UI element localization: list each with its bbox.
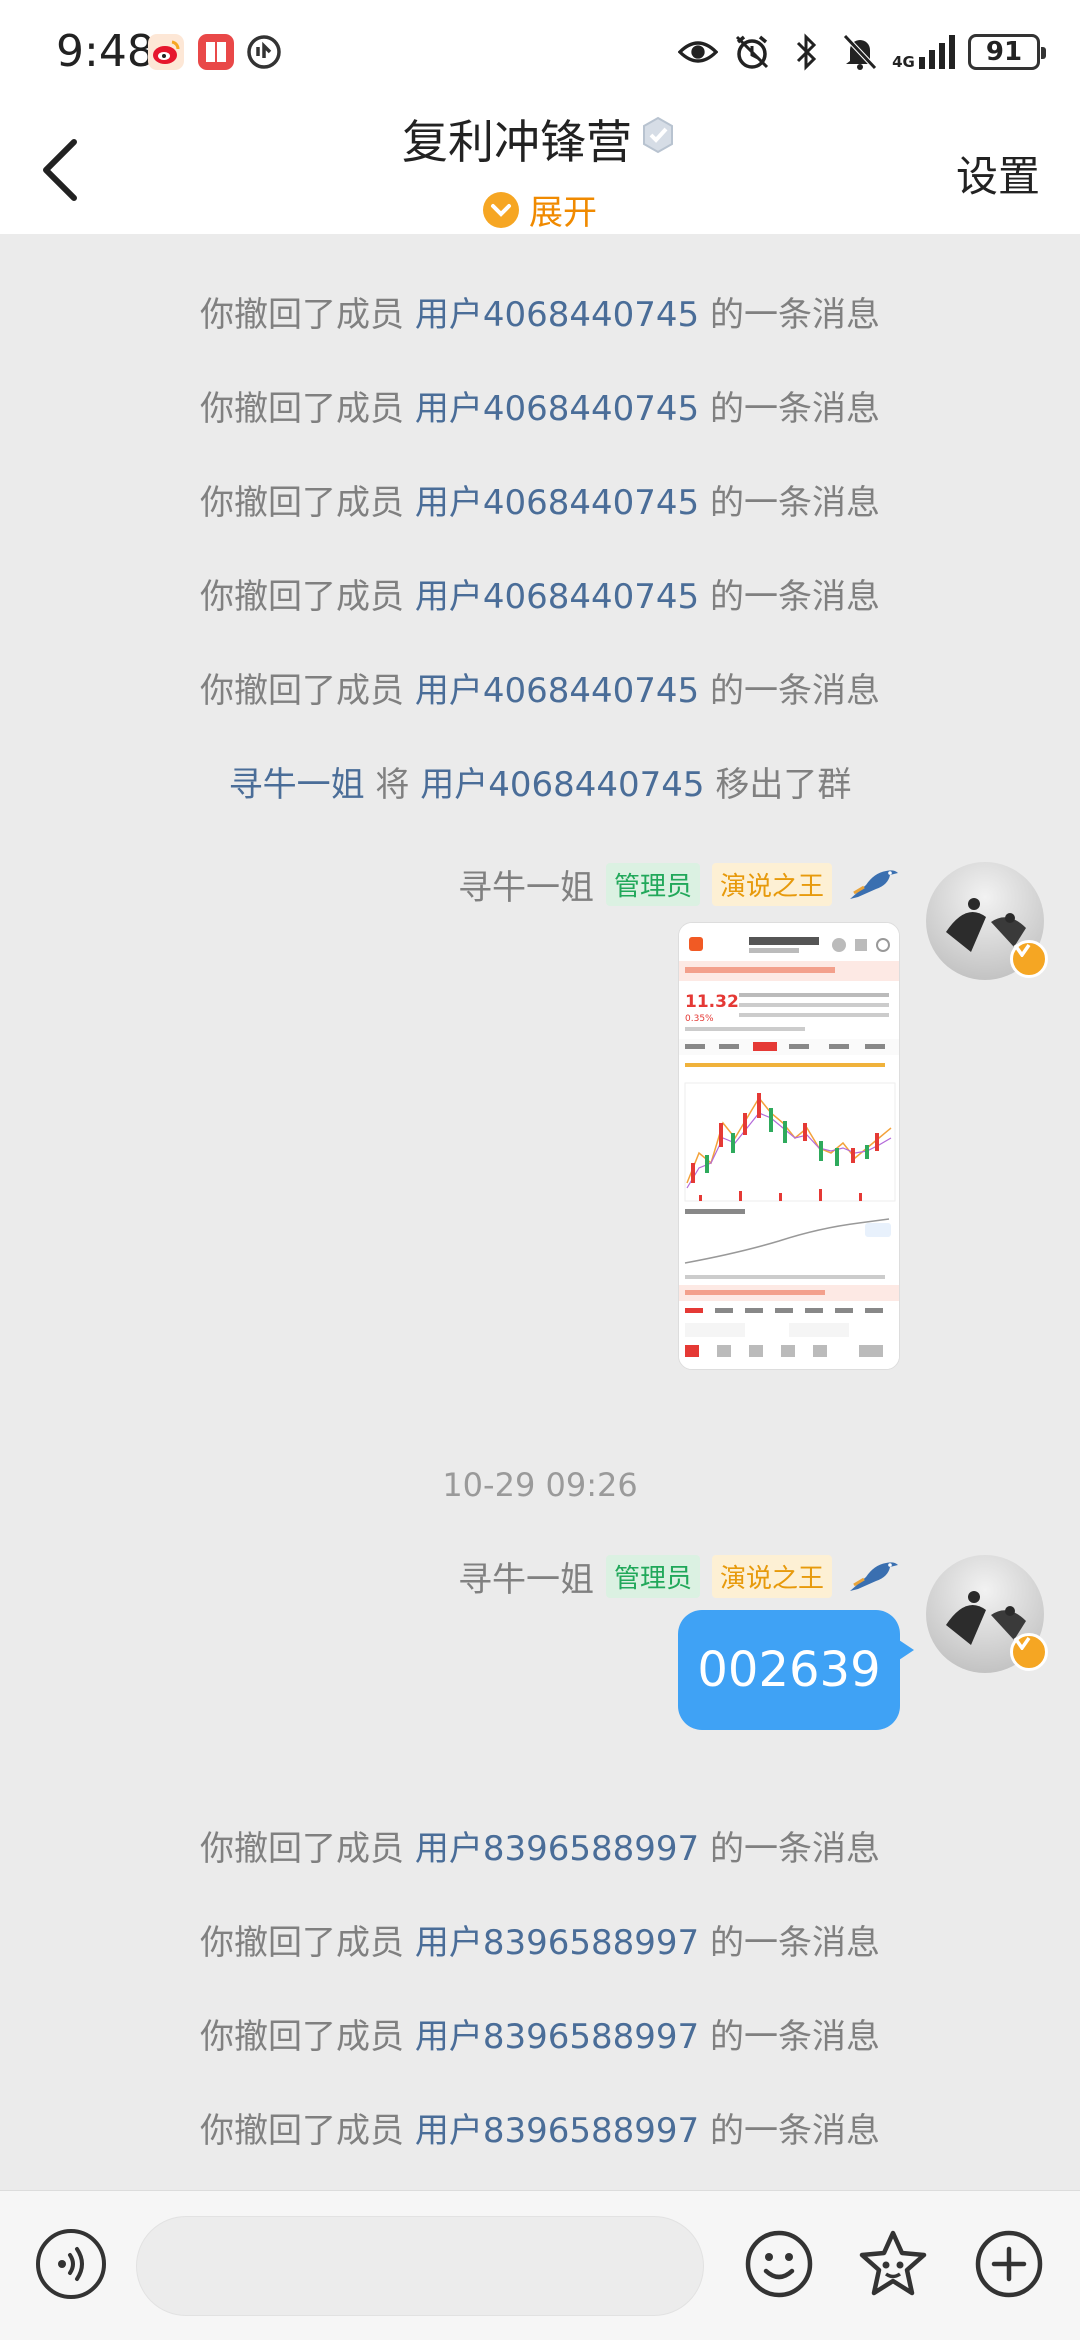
title-badge: 演说之王	[711, 863, 832, 906]
message-input[interactable]	[136, 2216, 704, 2316]
sticker-icon	[859, 2230, 927, 2296]
sys-text: 的一条消息	[699, 295, 880, 335]
settings-button[interactable]: 设置	[956, 143, 1040, 204]
message-timestamp: 10-29 09:26	[442, 1466, 638, 1504]
system-message: 你撤回了成员 用户4068440745 的一条消息	[0, 381, 1080, 430]
expand-toggle[interactable]: 展开	[0, 185, 1080, 234]
system-message: 你撤回了成员 用户4068440745 的一条消息	[0, 569, 1080, 618]
sys-text: 你撤回了成员	[200, 671, 415, 711]
user-link[interactable]: 用户8396588997	[415, 2111, 699, 2151]
book-app-icon	[198, 34, 234, 70]
user-link[interactable]: 用户4068440745	[415, 577, 699, 617]
signal-icon: 4G	[892, 32, 955, 72]
sys-text: 的一条消息	[699, 1829, 880, 1869]
sys-text: 的一条消息	[699, 577, 880, 617]
sys-text: 的一条消息	[699, 2111, 880, 2151]
verified-v-icon	[1010, 1633, 1048, 1671]
status-bar: 9:48 4G 91	[0, 0, 1080, 100]
top-bar: 9:48 4G 91 复利冲锋营 展开 设置	[0, 0, 1080, 234]
user-link[interactable]: 用户4068440745	[415, 295, 699, 335]
weibo-icon	[148, 34, 184, 70]
battery-level: 91	[985, 37, 1023, 67]
sys-text: 你撤回了成员	[200, 389, 415, 429]
sys-text: 你撤回了成员	[200, 1829, 415, 1869]
system-message: 你撤回了成员 用户4068440745 的一条消息	[0, 663, 1080, 712]
sys-text: 你撤回了成员	[200, 483, 415, 523]
preview-change: 0.35%	[685, 1014, 714, 1024]
network-type: 4G	[892, 53, 915, 71]
sender-name[interactable]: 寻牛一姐	[458, 1552, 594, 1601]
message-sender-row: 寻牛一姐 管理员 演说之王	[458, 860, 900, 909]
eye-icon	[678, 32, 718, 72]
title-badge: 演说之王	[711, 1555, 832, 1598]
sys-text: 的一条消息	[699, 2017, 880, 2057]
sys-text: 的一条消息	[699, 671, 880, 711]
sys-text: 你撤回了成员	[200, 295, 415, 335]
chat-title-area[interactable]: 复利冲锋营	[0, 106, 1080, 172]
user-link[interactable]: 用户4068440745	[420, 765, 704, 805]
bird-icon	[844, 863, 900, 907]
chevron-down-icon	[483, 191, 519, 228]
bluetooth-icon	[786, 32, 826, 72]
sys-text: 你撤回了成员	[200, 2017, 415, 2057]
sticker-button[interactable]	[856, 2227, 930, 2301]
status-icons: 4G 91	[678, 30, 1046, 74]
sender-name[interactable]: 寻牛一姐	[458, 860, 594, 909]
user-link[interactable]: 用户8396588997	[415, 2017, 699, 2057]
bird-icon	[844, 1555, 900, 1599]
system-message: 你撤回了成员 用户8396588997 的一条消息	[0, 2103, 1080, 2152]
system-message: 你撤回了成员 用户8396588997 的一条消息	[0, 2009, 1080, 2058]
chat-title: 复利冲锋营	[402, 115, 632, 169]
sys-text: 你撤回了成员	[200, 1923, 415, 1963]
plus-icon	[975, 2230, 1043, 2298]
sync-app-icon	[246, 34, 282, 70]
status-time: 9:48	[56, 26, 155, 77]
admin-badge: 管理员	[605, 1555, 700, 1598]
stock-screenshot-image: 11.32 0.35%	[679, 923, 899, 1369]
user-link[interactable]: 用户8396588997	[415, 1829, 699, 1869]
expand-label: 展开	[529, 193, 597, 233]
system-message: 你撤回了成员 用户4068440745 的一条消息	[0, 475, 1080, 524]
avatar[interactable]	[926, 1555, 1048, 1673]
system-message: 你撤回了成员 用户4068440745 的一条消息	[0, 287, 1080, 336]
remove-member-message: 寻牛一姐 将 用户4068440745 移出了群	[0, 757, 1080, 806]
candlestick-chart	[684, 1082, 896, 1202]
more-button[interactable]	[972, 2227, 1046, 2301]
user-link[interactable]: 用户4068440745	[415, 389, 699, 429]
verified-icon	[638, 112, 678, 166]
user-link[interactable]: 用户8396588997	[415, 1923, 699, 1963]
battery-icon: 91	[968, 34, 1046, 70]
sys-text: 移出了群	[704, 765, 852, 805]
sys-text: 的一条消息	[699, 1923, 880, 1963]
mute-icon	[840, 32, 880, 72]
preview-price: 11.32	[685, 992, 739, 1012]
sys-text: 你撤回了成员	[200, 577, 415, 617]
sys-text: 的一条消息	[699, 483, 880, 523]
avatar[interactable]	[926, 862, 1048, 980]
image-message[interactable]: 11.32 0.35%	[678, 922, 900, 1370]
system-message: 你撤回了成员 用户8396588997 的一条消息	[0, 1915, 1080, 1964]
alarm-icon	[732, 32, 772, 72]
voice-button[interactable]	[36, 2229, 106, 2299]
admin-badge: 管理员	[605, 863, 700, 906]
text-message-bubble[interactable]: 002639	[678, 1610, 914, 1730]
sys-text: 将	[364, 765, 421, 805]
input-bar	[0, 2190, 1080, 2340]
user-link[interactable]: 寻牛一姐	[229, 765, 365, 805]
message-sender-row: 寻牛一姐 管理员 演说之王	[458, 1552, 900, 1601]
sys-text: 的一条消息	[699, 389, 880, 429]
voice-icon	[58, 2247, 84, 2281]
user-link[interactable]: 用户4068440745	[415, 483, 699, 523]
sys-text: 你撤回了成员	[200, 2111, 415, 2151]
system-message: 你撤回了成员 用户8396588997 的一条消息	[0, 1821, 1080, 1870]
emoji-button[interactable]	[742, 2227, 816, 2301]
user-link[interactable]: 用户4068440745	[415, 671, 699, 711]
emoji-icon	[745, 2230, 813, 2298]
verified-v-icon	[1010, 940, 1048, 978]
